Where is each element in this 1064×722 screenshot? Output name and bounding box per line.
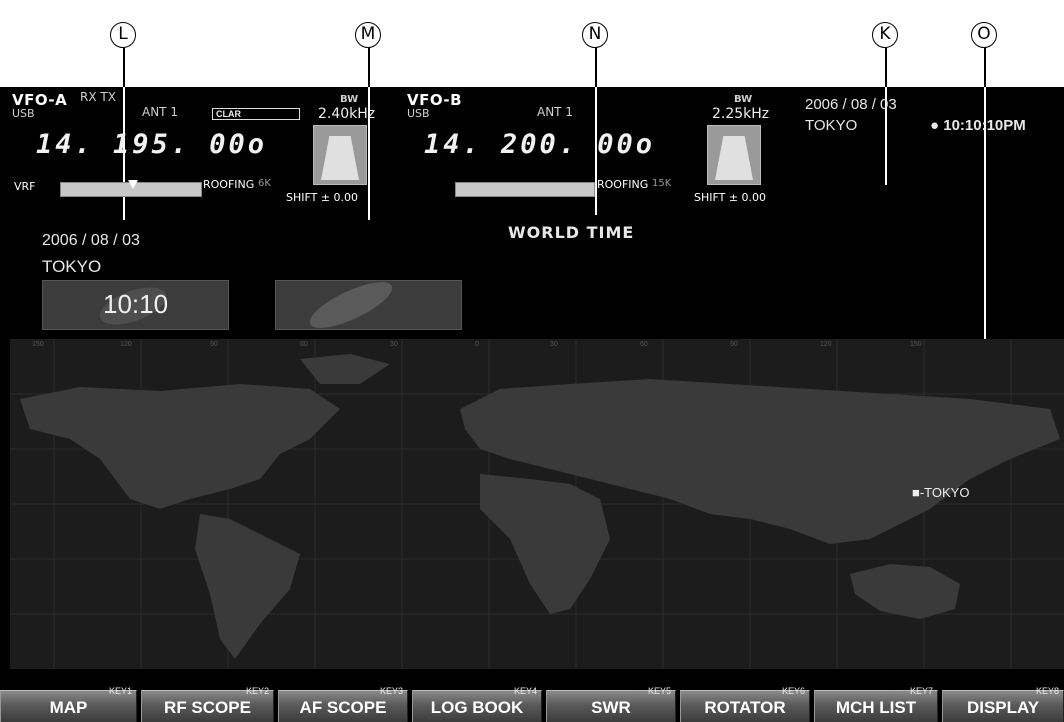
continents bbox=[20, 354, 1060, 659]
function-key-bar: MAP KEY1 RF SCOPE KEY2 AF SCOPE KEY3 LOG… bbox=[0, 680, 1064, 722]
callout-k: K bbox=[872, 22, 898, 48]
key-label: DISPLAY bbox=[966, 698, 1040, 717]
world-time-date: 2006 / 08 / 03 bbox=[42, 232, 140, 249]
longitude-label: 30 bbox=[390, 341, 398, 348]
longitude-label: 90 bbox=[730, 341, 738, 348]
longitude-label: 120 bbox=[120, 341, 132, 348]
clar-label: CLAR bbox=[216, 109, 241, 119]
world-time-city: TOKYO bbox=[42, 257, 102, 276]
callout-line-stub bbox=[885, 48, 887, 87]
vfo-a-roofing-label: ROOFING bbox=[203, 178, 255, 191]
longitude-label: 90 bbox=[210, 341, 218, 348]
vfo-a-rxtx: RX TX bbox=[80, 90, 116, 104]
key-label: RF SCOPE bbox=[164, 698, 251, 717]
callout-l: L bbox=[110, 22, 136, 48]
callout-line-stub bbox=[595, 48, 597, 87]
callout-m: M bbox=[355, 22, 381, 48]
key-number: KEY3 bbox=[379, 686, 403, 696]
vfo-a-vrf-label: VRF bbox=[14, 180, 36, 193]
longitude-labels: 150 120 90 60 30 0 30 60 90 120 150 bbox=[10, 341, 1064, 353]
vfo-b-shift: SHIFT ± 0.00 bbox=[694, 191, 767, 204]
radio-display-screen: VFO-A RX TX USB ANT 1 CLAR BW 2.40kHz 14… bbox=[0, 87, 1064, 722]
display-key[interactable]: DISPLAY KEY8 bbox=[942, 686, 1064, 722]
callout-line-stub bbox=[984, 48, 986, 87]
map-key[interactable]: MAP KEY1 bbox=[0, 686, 137, 722]
digital-clock-time: 10:10 bbox=[103, 289, 169, 319]
key-label: MCH LIST bbox=[835, 698, 917, 717]
af-scope-key[interactable]: AF SCOPE KEY3 bbox=[278, 686, 408, 722]
vfo-a-roofing-value: 6K bbox=[258, 178, 271, 189]
vfo-b-vrf-meter[interactable] bbox=[455, 182, 595, 197]
vfo-a-bandwidth-graph[interactable] bbox=[313, 125, 367, 185]
key-label: AF SCOPE bbox=[299, 698, 387, 717]
longitude-label: 60 bbox=[640, 341, 648, 348]
analog-clock-box[interactable] bbox=[275, 273, 462, 337]
vfo-a-frequency[interactable]: 14. 195. 00o bbox=[36, 129, 267, 160]
longitude-label: 150 bbox=[32, 341, 44, 348]
key-label: MAP bbox=[49, 698, 88, 717]
digital-clock-box[interactable]: 10:10 bbox=[42, 279, 229, 333]
vfo-b-bandwidth-graph[interactable] bbox=[707, 125, 761, 185]
longitude-label: 120 bbox=[820, 341, 832, 348]
vfo-b-antenna[interactable]: ANT 1 bbox=[537, 105, 573, 119]
top-date: 2006 / 08 / 03 bbox=[805, 96, 897, 113]
key-label: ROTATOR bbox=[704, 698, 786, 717]
rotator-key[interactable]: ROTATOR KEY6 bbox=[680, 686, 810, 722]
vfo-b-roofing-label: ROOFING bbox=[597, 178, 649, 191]
key-label: LOG BOOK bbox=[430, 698, 524, 717]
passband-shape bbox=[321, 136, 359, 180]
vfo-b-frequency[interactable]: 14. 200. 00o bbox=[424, 129, 655, 160]
key-label: SWR bbox=[591, 698, 631, 717]
top-city: TOKYO bbox=[805, 117, 858, 134]
top-clock: ● 10:10:10PM bbox=[930, 117, 1026, 134]
vfo-a-bw-value: 2.40kHz bbox=[318, 106, 376, 122]
analog-clock-icon bbox=[304, 273, 398, 337]
key-number: KEY1 bbox=[108, 686, 132, 696]
world-map-svg bbox=[10, 339, 1064, 669]
key-number: KEY6 bbox=[781, 686, 805, 696]
key-number: KEY8 bbox=[1035, 686, 1059, 696]
key-number: KEY4 bbox=[513, 686, 537, 696]
longitude-label: 30 bbox=[550, 341, 558, 348]
callout-n: N bbox=[582, 22, 608, 48]
callout-o: O bbox=[971, 22, 997, 48]
mch-list-key[interactable]: MCH LIST KEY7 bbox=[814, 686, 938, 722]
vfo-a-mode[interactable]: USB bbox=[12, 107, 35, 120]
vfo-a-clar-indicator[interactable]: CLAR bbox=[212, 108, 300, 120]
vfo-a-bw-label: BW bbox=[340, 94, 359, 105]
longitude-label: 60 bbox=[300, 341, 308, 348]
passband-shape bbox=[715, 136, 753, 180]
vfo-a-shift: SHIFT ± 0.00 bbox=[286, 191, 359, 204]
key-number: KEY7 bbox=[909, 686, 933, 696]
vfo-b-bw-value: 2.25kHz bbox=[712, 106, 770, 122]
vfo-b-roofing-value: 15K bbox=[652, 178, 672, 189]
world-map[interactable]: 150 120 90 60 30 0 30 60 90 120 150 ■-TO… bbox=[10, 339, 1064, 669]
key-number: KEY2 bbox=[245, 686, 269, 696]
swr-key[interactable]: SWR KEY5 bbox=[546, 686, 676, 722]
vfo-a-vrf-pointer bbox=[128, 180, 138, 189]
world-time-title: WORLD TIME bbox=[508, 223, 635, 242]
vfo-b-bw-label: BW bbox=[734, 94, 753, 105]
callout-line-stub bbox=[368, 48, 370, 87]
longitude-label: 150 bbox=[910, 341, 922, 348]
key-number: KEY5 bbox=[647, 686, 671, 696]
vfo-b-mode[interactable]: USB bbox=[407, 107, 430, 120]
longitude-label: 0 bbox=[475, 341, 479, 348]
callout-line-stub bbox=[123, 48, 125, 87]
vfo-a-antenna[interactable]: ANT 1 bbox=[142, 105, 178, 119]
log-book-key[interactable]: LOG BOOK KEY4 bbox=[412, 686, 542, 722]
rf-scope-key[interactable]: RF SCOPE KEY2 bbox=[141, 686, 274, 722]
tokyo-map-marker[interactable]: ■-TOKYO bbox=[912, 485, 969, 500]
